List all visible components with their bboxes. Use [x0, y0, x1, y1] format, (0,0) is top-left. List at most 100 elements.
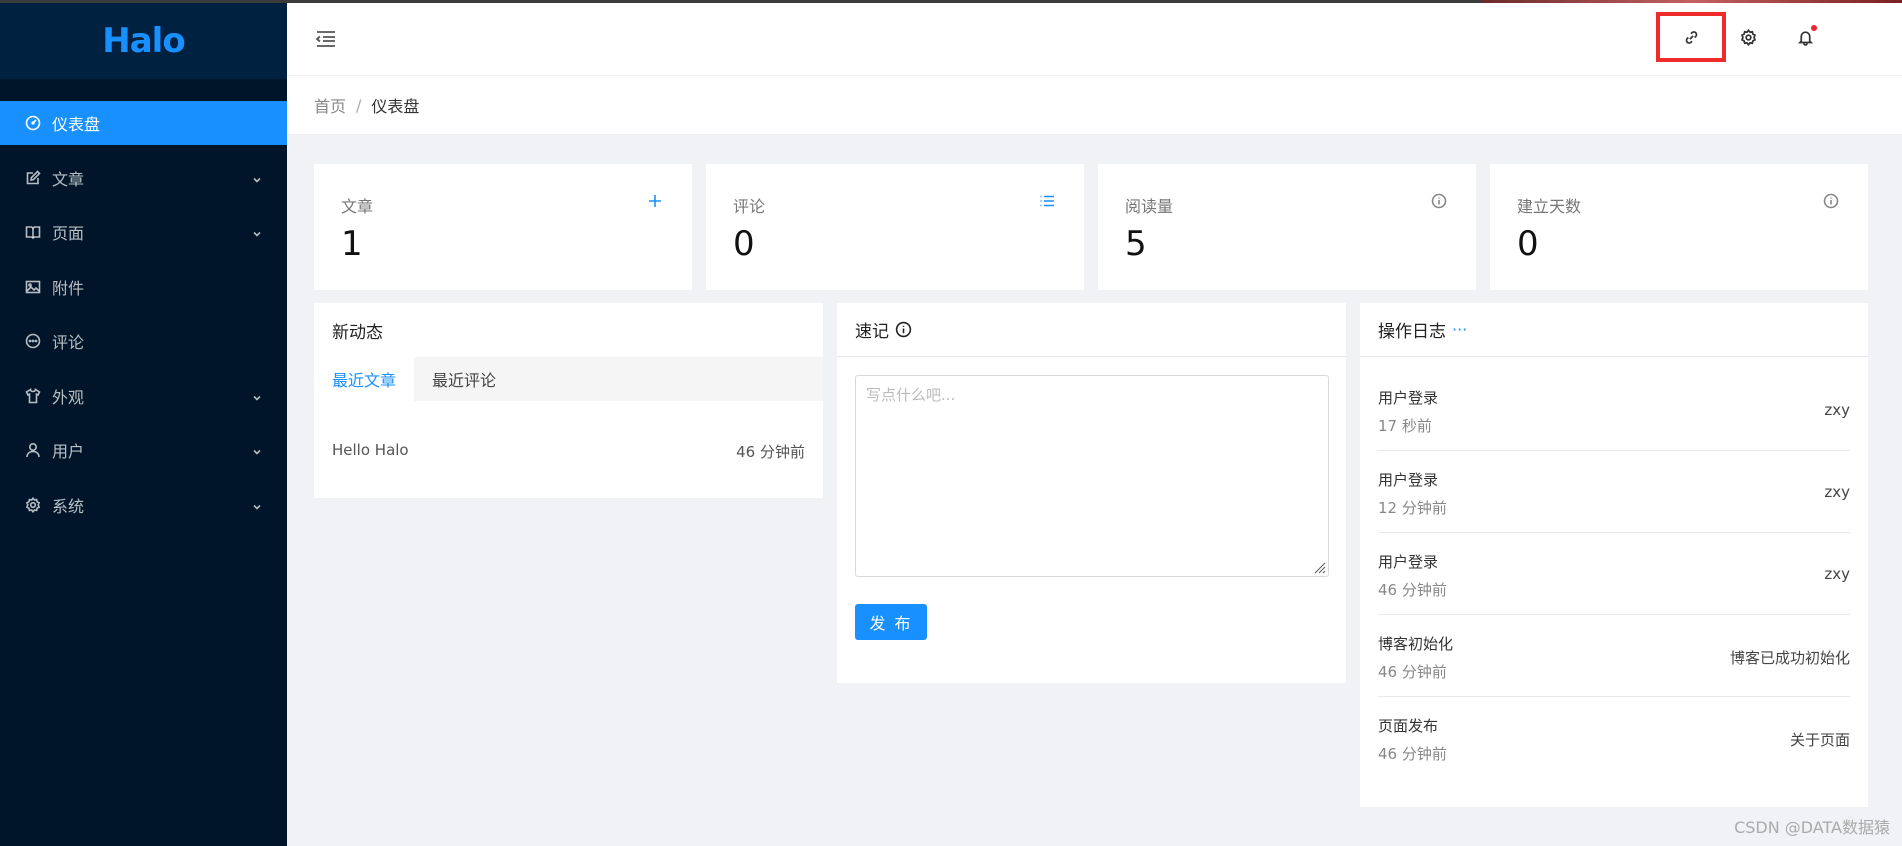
info-circle-icon[interactable] [1431, 193, 1449, 211]
breadcrumb: 首页 / 仪表盘 [287, 76, 1902, 134]
menu-fold-icon[interactable] [314, 27, 338, 51]
stat-card-comments: 评论 0 [706, 164, 1084, 290]
info-circle-icon[interactable] [1823, 193, 1841, 211]
log-type: 用户登录 [1378, 471, 1439, 489]
main-area: 首页 / 仪表盘 文章 1 评论 0 阅读量 5 建立天数 0 新动态 最近文章… [287, 3, 1902, 846]
breadcrumb-current: 仪表盘 [371, 97, 420, 116]
sidebar-item-label: 仪表盘 [52, 115, 101, 134]
sidebar-item-attachments[interactable]: 附件 [0, 265, 287, 309]
stat-title: 阅读量 [1125, 197, 1174, 216]
sidebar-item-system[interactable]: 系统 [0, 483, 287, 527]
skin-icon [24, 387, 42, 405]
log-type: 页面发布 [1378, 717, 1439, 735]
sidebar-item-label: 附件 [52, 278, 85, 298]
panel-header: 操作日志 ··· [1360, 303, 1868, 357]
chevron-down-icon [251, 389, 263, 401]
panel-title: 新动态 [332, 322, 383, 343]
plus-icon[interactable] [647, 193, 665, 211]
stat-card-days: 建立天数 0 [1490, 164, 1868, 290]
list-item: 页面发布 46 分钟前 关于页面 [1378, 697, 1850, 779]
stat-card-posts: 文章 1 [314, 164, 692, 290]
log-list: 用户登录 17 秒前 zxy 用户登录 12 分钟前 zxy 用户登录 46 分… [1360, 369, 1868, 779]
chevron-down-icon [251, 171, 263, 183]
sidebar-item-appearance[interactable]: 外观 [0, 374, 287, 418]
list-item: 用户登录 12 分钟前 zxy [1378, 451, 1850, 533]
post-title[interactable]: Hello Halo [332, 441, 409, 462]
sidebar-item-dashboard[interactable]: 仪表盘 [0, 101, 287, 145]
stat-value: 5 [1125, 224, 1147, 264]
chevron-down-icon [251, 498, 263, 510]
sidebar-menu: 仪表盘 文章 页面 附件 评论 外观 用户 系统 [0, 101, 287, 527]
top-header [287, 3, 1902, 76]
list-item: 用户登录 46 分钟前 zxy [1378, 533, 1850, 615]
sidebar-item-pages[interactable]: 页面 [0, 210, 287, 254]
panel-header: 速记 [837, 303, 1346, 357]
panel-title: 操作日志 [1378, 322, 1446, 342]
stat-value: 0 [1517, 224, 1539, 264]
journal-textarea[interactable]: 写点什么吧... [855, 375, 1329, 577]
picture-icon [24, 278, 42, 296]
book-icon [24, 223, 42, 241]
message-icon [24, 332, 42, 350]
chevron-down-icon [251, 225, 263, 237]
logo-text: Halo [102, 21, 185, 61]
sidebar-item-users[interactable]: 用户 [0, 428, 287, 472]
log-type: 博客初始化 [1378, 635, 1454, 653]
panel-title: 速记 [855, 322, 889, 342]
tab-recent-posts[interactable]: 最近文章 [314, 357, 415, 401]
activity-panel: 新动态 最近文章 最近评论 Hello Halo 46 分钟前 [314, 303, 823, 498]
sidebar-item-label: 评论 [52, 333, 85, 352]
log-content: zxy [1824, 483, 1850, 501]
log-content: 博客已成功初始化 [1729, 649, 1850, 667]
log-time: 17 秒前 [1378, 417, 1432, 435]
link-icon[interactable] [1681, 27, 1701, 47]
stat-card-views: 阅读量 5 [1098, 164, 1476, 290]
list-item[interactable]: Hello Halo 46 分钟前 [314, 441, 823, 462]
post-time: 46 分钟前 [736, 443, 805, 461]
sidebar-item-label: 系统 [52, 496, 85, 516]
logs-panel: 操作日志 ··· 用户登录 17 秒前 zxy 用户登录 12 分钟前 zxy … [1360, 303, 1868, 807]
sidebar-item-posts[interactable]: 文章 [0, 156, 287, 200]
journal-placeholder: 写点什么吧... [866, 386, 956, 404]
list-item: 博客初始化 46 分钟前 博客已成功初始化 [1378, 615, 1850, 697]
watermark: CSDN @DATA数据猿 [1734, 818, 1890, 837]
stat-value: 0 [733, 224, 755, 264]
log-time: 46 分钟前 [1378, 745, 1447, 763]
chevron-down-icon [251, 443, 263, 455]
breadcrumb-separator: / [356, 95, 362, 115]
unordered-list-icon[interactable] [1039, 193, 1057, 211]
info-circle-icon[interactable] [895, 321, 912, 338]
sidebar-item-comments[interactable]: 评论 [0, 319, 287, 363]
sidebar: Halo 仪表盘 文章 页面 附件 评论 外观 用户 系统 [0, 3, 287, 846]
log-content: 关于页面 [1789, 731, 1850, 749]
setting-icon [24, 496, 42, 514]
sidebar-item-label: 外观 [52, 387, 85, 407]
breadcrumb-home[interactable]: 首页 [314, 93, 346, 117]
gear-icon[interactable] [1738, 27, 1758, 47]
sidebar-item-label: 文章 [52, 169, 85, 189]
user-icon [24, 441, 42, 459]
resize-handle[interactable] [1312, 560, 1326, 574]
log-content: zxy [1824, 565, 1850, 583]
bell-icon[interactable] [1795, 25, 1817, 47]
log-type: 用户登录 [1378, 389, 1439, 407]
tab-recent-comments[interactable]: 最近评论 [414, 357, 514, 401]
publish-button[interactable]: 发 布 [855, 604, 927, 640]
list-item: 用户登录 17 秒前 zxy [1378, 369, 1850, 451]
logo[interactable]: Halo [0, 3, 287, 79]
stat-title: 评论 [733, 197, 766, 216]
log-type: 用户登录 [1378, 553, 1439, 571]
log-time: 46 分钟前 [1378, 581, 1447, 599]
sidebar-item-label: 用户 [52, 442, 85, 461]
log-content: zxy [1824, 401, 1850, 419]
more-icon[interactable]: ··· [1452, 320, 1467, 339]
notification-dot [1811, 25, 1817, 31]
journal-panel: 速记 写点什么吧... 发 布 [837, 303, 1346, 683]
log-time: 46 分钟前 [1378, 663, 1447, 681]
dashboard-icon [24, 114, 42, 132]
stat-value: 1 [341, 224, 363, 264]
stat-title: 建立天数 [1517, 197, 1582, 216]
edit-icon [24, 169, 42, 187]
sidebar-item-label: 页面 [52, 224, 85, 243]
stat-title: 文章 [341, 197, 374, 216]
